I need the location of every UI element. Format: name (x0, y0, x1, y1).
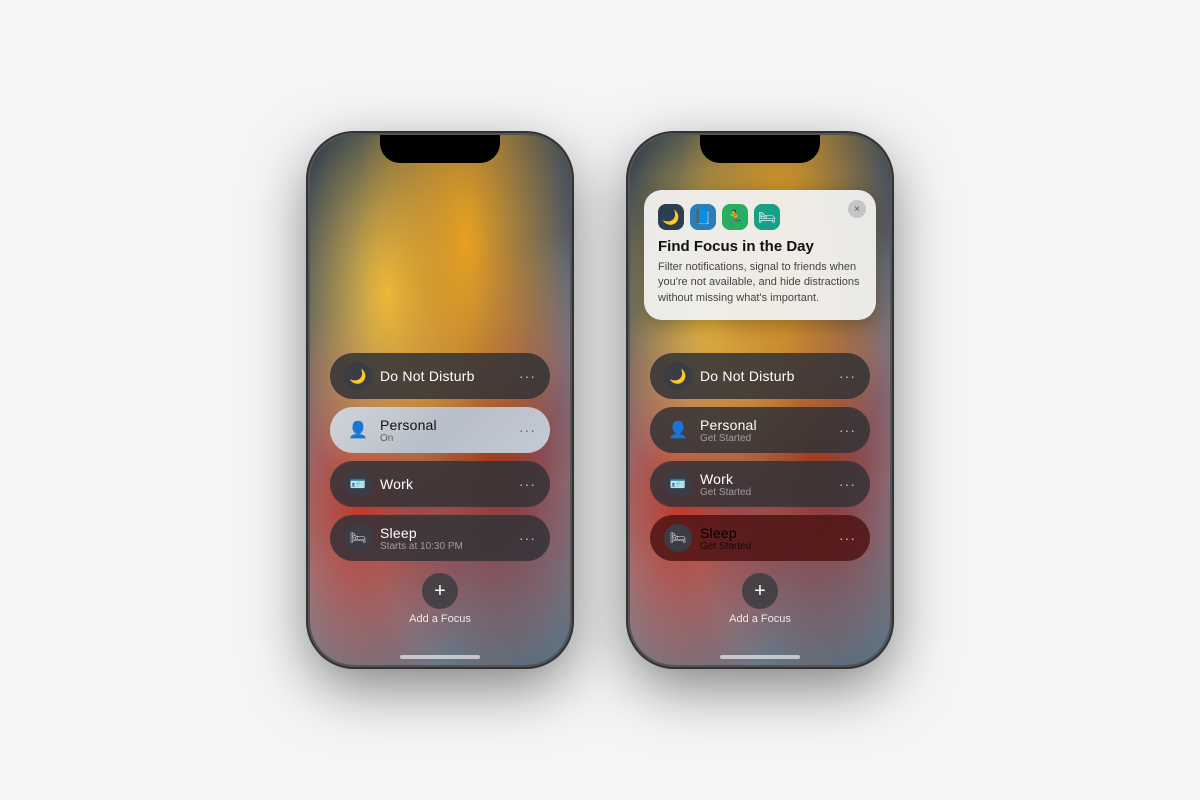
dnd-text: Do Not Disturb (372, 368, 519, 384)
work-icon-2: 🪪 (664, 470, 692, 498)
focus-item-work[interactable]: 🪪 Work ··· (330, 461, 550, 507)
popup-description: Filter notifications, signal to friends … (658, 260, 862, 306)
focus-item-dnd-2[interactable]: 🌙 Do Not Disturb ··· (650, 353, 870, 399)
add-focus-2[interactable]: + Add a Focus (729, 573, 791, 625)
focus-item-personal[interactable]: 👤 Personal On ··· (330, 407, 550, 453)
sleep-dots[interactable]: ··· (519, 530, 536, 546)
popup-run-icon: 🏃 (722, 204, 748, 230)
focus-item-personal-2[interactable]: 👤 Personal Get Started ··· (650, 407, 870, 453)
home-indicator (400, 655, 480, 659)
personal-icon: 👤 (344, 416, 372, 444)
focus-item-work-2[interactable]: 🪪 Work Get Started ··· (650, 461, 870, 507)
work-icon: 🪪 (344, 470, 372, 498)
work-text: Work (372, 476, 519, 492)
dnd-icon-2: 🌙 (664, 362, 692, 390)
popup-icons-row: 🌙 📘 🏃 🛏 (658, 204, 862, 230)
dnd-text-2: Do Not Disturb (692, 368, 839, 384)
personal-title-2: Personal (700, 417, 839, 433)
add-focus-btn-2[interactable]: + (742, 573, 778, 609)
personal-dots-2[interactable]: ··· (839, 422, 856, 438)
focus-list-2: 🌙 Do Not Disturb ··· 👤 Personal Get Star… (630, 353, 890, 625)
sleep-text-2: Sleep Get Started (692, 525, 839, 552)
popup-bed-icon: 🛏 (754, 204, 780, 230)
focus-popup: 🌙 📘 🏃 🛏 × Find Focus in the Day Filter n… (644, 190, 876, 320)
sleep-text: Sleep Starts at 10:30 PM (372, 525, 519, 552)
dnd-icon: 🌙 (344, 362, 372, 390)
personal-subtitle: On (380, 433, 519, 444)
personal-text-2: Personal Get Started (692, 417, 839, 444)
add-focus[interactable]: + Add a Focus (409, 573, 471, 625)
personal-title: Personal (380, 417, 519, 433)
add-focus-btn[interactable]: + (422, 573, 458, 609)
sleep-subtitle-2: Get Started (700, 541, 839, 552)
personal-icon-2: 👤 (664, 416, 692, 444)
notch (380, 135, 500, 163)
work-subtitle-2: Get Started (700, 487, 839, 498)
sleep-title-2: Sleep (700, 525, 839, 541)
sleep-subtitle: Starts at 10:30 PM (380, 541, 519, 552)
phone-1: 🌙 Do Not Disturb ··· 👤 Personal On ··· (310, 135, 570, 665)
phone-1-body: 🌙 Do Not Disturb ··· 👤 Personal On ··· (310, 135, 570, 665)
work-title-2: Work (700, 471, 839, 487)
work-dots[interactable]: ··· (519, 476, 536, 492)
sleep-title: Sleep (380, 525, 519, 541)
phone-2-body: 🌙 📘 🏃 🛏 × Find Focus in the Day Filter n… (630, 135, 890, 665)
popup-book-icon: 📘 (690, 204, 716, 230)
phone-2: 🌙 📘 🏃 🛏 × Find Focus in the Day Filter n… (630, 135, 890, 665)
dnd-dots[interactable]: ··· (519, 368, 536, 384)
popup-moon-icon: 🌙 (658, 204, 684, 230)
notch-2 (700, 135, 820, 163)
sleep-icon-2: 🛏 (664, 524, 692, 552)
popup-title: Find Focus in the Day (658, 238, 862, 255)
focus-item-sleep[interactable]: 🛏 Sleep Starts at 10:30 PM ··· (330, 515, 550, 561)
sleep-icon: 🛏 (344, 524, 372, 552)
work-text-2: Work Get Started (692, 471, 839, 498)
add-focus-label: Add a Focus (409, 613, 471, 625)
focus-item-dnd[interactable]: 🌙 Do Not Disturb ··· (330, 353, 550, 399)
personal-dots[interactable]: ··· (519, 422, 536, 438)
sleep-dots-2[interactable]: ··· (839, 530, 856, 546)
dnd-title-2: Do Not Disturb (700, 368, 839, 384)
personal-text: Personal On (372, 417, 519, 444)
personal-subtitle-2: Get Started (700, 433, 839, 444)
phone-2-screen: 🌙 📘 🏃 🛏 × Find Focus in the Day Filter n… (630, 135, 890, 665)
focus-list: 🌙 Do Not Disturb ··· 👤 Personal On ··· (310, 353, 570, 625)
home-indicator-2 (720, 655, 800, 659)
dnd-title: Do Not Disturb (380, 368, 519, 384)
work-title: Work (380, 476, 519, 492)
add-focus-label-2: Add a Focus (729, 613, 791, 625)
popup-close-button[interactable]: × (848, 200, 866, 218)
phone-1-screen: 🌙 Do Not Disturb ··· 👤 Personal On ··· (310, 135, 570, 665)
dnd-dots-2[interactable]: ··· (839, 368, 856, 384)
work-dots-2[interactable]: ··· (839, 476, 856, 492)
focus-item-sleep-2[interactable]: 🛏 Sleep Get Started ··· (650, 515, 870, 561)
